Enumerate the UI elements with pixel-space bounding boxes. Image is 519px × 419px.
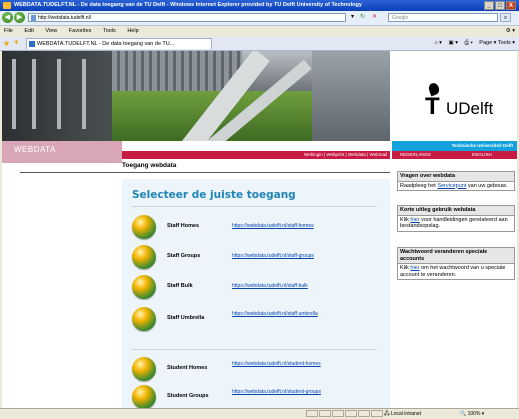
language-bar: NEDERLANDS ENGLISH — [392, 151, 517, 159]
top-nav-links[interactable]: Weblogin | Webprint | Webdata | Webmail — [122, 151, 390, 159]
menu-view[interactable]: View — [45, 28, 57, 34]
globe-icon[interactable] — [132, 215, 156, 239]
window-controls: _ □ X — [484, 1, 516, 10]
back-button[interactable]: ◀ — [2, 12, 13, 23]
window-title: WEBDATA.TUDELFT.NL - De data toegang van… — [14, 2, 362, 8]
item-link[interactable]: https://webdata.tudelft.nl/staff-bulk — [232, 283, 352, 290]
menu-help[interactable]: Help — [127, 28, 138, 34]
list-item: Staff Umbrella https://webdata.tudelft.n… — [132, 307, 382, 335]
stop-icon[interactable]: ✕ — [370, 13, 379, 22]
address-row: ◀ ▶ http://webdata.tudelft.nl/ ▾ ↻ ✕ Goo… — [0, 11, 519, 26]
close-button[interactable]: X — [506, 1, 516, 10]
add-favorite-icon[interactable]: ✚ — [14, 37, 19, 50]
page-title: Toegang webdata — [122, 162, 177, 169]
panel-title: Selecteer de juiste toegang — [132, 189, 296, 201]
info-box-questions: Vragen over webdata Raadpleeg het Servic… — [397, 171, 515, 191]
print-icon[interactable]: ⎙ ▾ — [465, 40, 473, 46]
list-item: Staff Homes https://webdata.tudelft.nl/s… — [132, 215, 382, 243]
password-link[interactable]: hier — [410, 265, 419, 271]
item-name: Staff Groups — [167, 253, 201, 259]
dropdown-icon[interactable]: ▾ — [348, 13, 357, 22]
info-box-usage: Korte uitleg gebruik webdata Klik hier v… — [397, 205, 515, 232]
site-banner: WEBDATA Weblogin | Webprint | Webdata | … — [2, 51, 517, 167]
info-box-title: Vragen over webdata — [398, 172, 514, 182]
browser-tab[interactable]: WEBDATA.TUDELFT.NL - De data toegang van… — [26, 38, 212, 49]
manuals-link[interactable]: hier — [410, 217, 419, 223]
globe-icon[interactable] — [132, 385, 156, 408]
status-bar: 🖧 Local intranet 🔍 100% ▾ — [0, 408, 519, 419]
favicon-icon — [29, 41, 35, 47]
menu-favorites[interactable]: Favorites — [69, 28, 92, 34]
item-link[interactable]: https://webdata.tudelft.nl/student-group… — [232, 389, 352, 396]
item-link[interactable]: https://webdata.tudelft.nl/staff-groups — [232, 253, 352, 260]
item-link[interactable]: https://webdata.tudelft.nl/staff-homes — [232, 223, 352, 230]
site-label-bar: WEBDATA — [2, 141, 122, 163]
home-icon[interactable]: ⌂ ▾ — [434, 40, 442, 46]
info-box-body: Klik hier voor handleidingen gerelateerd… — [400, 216, 508, 230]
status-cells — [305, 410, 383, 417]
list-item: Student Homes https://webdata.tudelft.nl… — [132, 357, 382, 385]
menu-file[interactable]: File — [4, 28, 13, 34]
menu-bar: File Edit View Favorites Tools Help ⚙ ▾ — [0, 26, 519, 37]
tagline: Technische Universiteit Delft — [392, 141, 517, 151]
access-panel: Selecteer de juiste toegang Staff Homes … — [122, 179, 390, 408]
forward-button[interactable]: ▶ — [14, 12, 25, 23]
tab-row: ★ ✚ WEBDATA.TUDELFT.NL - De data toegang… — [0, 37, 519, 51]
address-text: http://webdata.tudelft.nl/ — [38, 15, 92, 21]
menu-edit[interactable]: Edit — [24, 28, 33, 34]
globe-icon[interactable] — [132, 357, 156, 381]
divider — [20, 172, 390, 173]
lang-en-link[interactable]: ENGLISH — [472, 151, 492, 159]
item-name: Student Groups — [167, 393, 209, 399]
info-box-title: Korte uitleg gebruik webdata — [398, 206, 514, 216]
toolbar-tools-icon[interactable]: ⚙ ▾ — [506, 26, 515, 37]
item-name: Staff Homes — [167, 223, 200, 229]
site-label: WEBDATA — [14, 145, 56, 154]
tab-title: WEBDATA.TUDELFT.NL - De data toegang van… — [37, 41, 175, 47]
ie-icon — [3, 2, 11, 9]
feeds-icon[interactable]: ▣ ▾ — [448, 40, 458, 46]
lang-nl-link[interactable]: NEDERLANDS — [400, 151, 431, 159]
info-box-body: Klik hier om het wachtwoord van u specia… — [400, 265, 506, 278]
command-bar: ⌂ ▾ ▣ ▾ ⎙ ▾ Page ▾ Tools ▾ — [434, 37, 515, 50]
tudelft-logo[interactable]: T UDelft — [392, 51, 517, 141]
zoom-icon: 🔍 — [460, 411, 468, 417]
browser-window: WEBDATA.TUDELFT.NL - De data toegang van… — [0, 0, 519, 419]
page-viewport: WEBDATA Weblogin | Webprint | Webdata | … — [2, 51, 517, 408]
item-name: Student Homes — [167, 365, 208, 371]
search-input[interactable]: Google — [388, 13, 498, 22]
item-name: Staff Bulk — [167, 283, 193, 289]
favorites-star-icon[interactable]: ★ — [3, 38, 10, 49]
globe-icon[interactable] — [132, 307, 156, 331]
info-box-title: Wachtwoord veranderen speciale accounts — [398, 248, 514, 264]
minimize-button[interactable]: _ — [484, 1, 494, 10]
item-name: Staff Umbrella — [167, 315, 205, 321]
list-item: Staff Bulk https://webdata.tudelft.nl/st… — [132, 275, 382, 303]
refresh-icon[interactable]: ↻ — [358, 13, 367, 22]
list-item: Student Groups https://webdata.tudelft.n… — [132, 385, 382, 408]
globe-icon[interactable] — [132, 275, 156, 299]
list-item: Staff Groups https://webdata.tudelft.nl/… — [132, 245, 382, 273]
menu-tools[interactable]: Tools — [103, 28, 116, 34]
info-box-password: Wachtwoord veranderen speciale accounts … — [397, 247, 515, 280]
search-icon[interactable]: ⌕ — [500, 13, 511, 22]
campus-photo — [2, 51, 390, 141]
info-box-body: Raadpleeg het Servicepunt van uw gebouw. — [400, 182, 508, 189]
maximize-button[interactable]: □ — [495, 1, 505, 10]
page-tools-menu[interactable]: Page ▾ Tools ▾ — [479, 40, 515, 46]
page-icon — [31, 15, 36, 21]
servicepunt-link[interactable]: Servicepunt — [437, 183, 466, 189]
globe-icon[interactable] — [132, 245, 156, 269]
divider — [132, 349, 377, 350]
address-field[interactable]: http://webdata.tudelft.nl/ — [28, 13, 346, 22]
network-icon: 🖧 — [384, 411, 391, 417]
item-link[interactable]: https://webdata.tudelft.nl/staff-umbrell… — [232, 311, 352, 318]
divider — [132, 206, 377, 207]
item-link[interactable]: https://webdata.tudelft.nl/student-homes — [232, 361, 352, 368]
title-bar: WEBDATA.TUDELFT.NL - De data toegang van… — [0, 0, 519, 11]
